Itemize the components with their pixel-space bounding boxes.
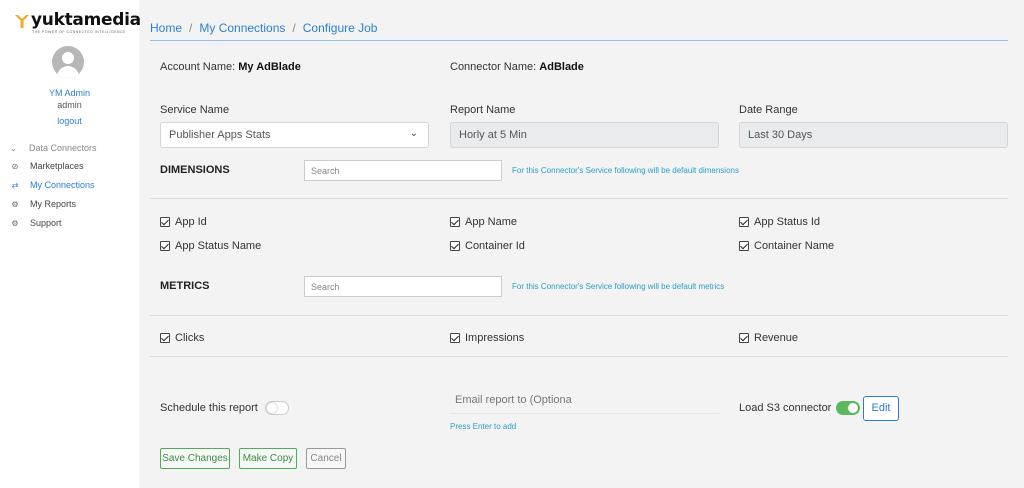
nav-group-data-connectors[interactable]: ⌄ Data Connectors: [10, 143, 97, 153]
main-content: Home / My Connections / Configure Job Ac…: [140, 0, 1024, 488]
dimensions-search-input[interactable]: Search: [304, 160, 502, 181]
metrics-hint: For this Connector's Service following w…: [512, 282, 725, 291]
account-name-value: My AdBlade: [238, 61, 301, 73]
email-hint: Press Enter to add: [450, 422, 517, 431]
service-name-select[interactable]: Publisher Apps Stats ⌄: [160, 122, 429, 148]
edit-button[interactable]: Edit: [863, 396, 899, 421]
dimension-checkbox-app-id[interactable]: App Id: [160, 216, 207, 228]
report-name-field: Horly at 5 Min: [450, 122, 719, 148]
load-s3-toggle[interactable]: [836, 401, 860, 415]
nav-group-label: Data Connectors: [29, 143, 97, 153]
checkbox-label: Container Name: [754, 240, 835, 252]
checkbox-label: App Id: [175, 216, 207, 228]
checkbox-label: Clicks: [175, 332, 205, 344]
connector-name: Connector Name: AdBlade: [450, 61, 584, 73]
metrics-search-input[interactable]: Search: [304, 276, 502, 297]
sidebar-item-my-reports[interactable]: ⚙ My Reports: [10, 199, 76, 209]
breadcrumb-separator: /: [292, 21, 296, 35]
sidebar-item-label: My Reports: [30, 199, 77, 209]
sidebar-item-label: My Connections: [30, 180, 95, 190]
sidebar-item-support[interactable]: ⚙ Support: [10, 218, 62, 228]
save-changes-button[interactable]: Save Changes: [160, 448, 230, 469]
email-report-input[interactable]: Email report to (Optiona: [450, 388, 719, 414]
dimensions-title: DIMENSIONS: [160, 164, 230, 176]
checkbox-checked-icon: [450, 217, 460, 227]
divider: [150, 315, 1008, 316]
gear-icon: ⚙: [11, 199, 19, 209]
breadcrumb-home[interactable]: Home: [150, 21, 182, 35]
date-range-field: Last 30 Days: [739, 122, 1008, 148]
checkbox-label: Impressions: [465, 332, 525, 344]
checkbox-checked-icon: [739, 217, 749, 227]
sidebar: yuktamedia THE POWER OF CONNECTED INTELL…: [0, 0, 141, 488]
gear-icon: ⚙: [11, 218, 19, 228]
checkbox-label: Container Id: [465, 240, 525, 252]
connections-icon: ⇄: [11, 180, 19, 190]
dimension-checkbox-app-status-name[interactable]: App Status Name: [160, 240, 261, 252]
checkbox-checked-icon: [450, 241, 460, 251]
account-name: Account Name: My AdBlade: [160, 61, 301, 73]
date-range-label: Date Range: [739, 104, 798, 116]
schedule-report-label: Schedule this report: [160, 402, 258, 414]
service-name-label: Service Name: [160, 104, 230, 116]
checkbox-checked-icon: [739, 241, 749, 251]
checkbox-label: App Name: [465, 216, 517, 228]
logo-tagline: THE POWER OF CONNECTED INTELLIGENCE: [32, 30, 126, 34]
dimension-checkbox-container-name[interactable]: Container Name: [739, 240, 834, 252]
chevron-down-icon: ⌄: [409, 128, 418, 139]
checkbox-checked-icon: [160, 333, 170, 343]
logo-mark-icon: [15, 15, 29, 28]
service-name-value: Publisher Apps Stats: [169, 129, 271, 141]
sidebar-item-label: Marketplaces: [30, 161, 84, 171]
make-copy-button[interactable]: Make Copy: [239, 448, 297, 469]
checkbox-checked-icon: [160, 241, 170, 251]
logo-wordmark: yuktamedia: [31, 10, 141, 30]
checkbox-checked-icon: [739, 333, 749, 343]
connector-name-value: AdBlade: [539, 61, 584, 73]
connector-name-label: Connector Name:: [450, 61, 537, 73]
checkbox-checked-icon: [160, 217, 170, 227]
dimensions-hint: For this Connector's Service following w…: [512, 166, 739, 175]
breadcrumb: Home / My Connections / Configure Job: [150, 21, 377, 35]
avatar: [52, 46, 84, 78]
checkbox-label: App Status Name: [175, 240, 262, 252]
divider: [150, 356, 1008, 357]
chevron-down-icon: ⌄: [10, 143, 17, 153]
breadcrumb-my-connections[interactable]: My Connections: [199, 21, 285, 35]
account-name-label: Account Name:: [160, 61, 236, 73]
sidebar-item-marketplaces[interactable]: ⊘ Marketplaces: [10, 161, 84, 171]
metric-checkbox-revenue[interactable]: Revenue: [739, 332, 798, 344]
user-name: YM Admin: [48, 88, 90, 98]
metric-checkbox-impressions[interactable]: Impressions: [450, 332, 524, 344]
divider: [150, 198, 1008, 199]
breadcrumb-divider: [150, 40, 1008, 41]
metrics-title: METRICS: [160, 280, 210, 292]
user-role: admin: [57, 100, 82, 110]
dimension-checkbox-container-id[interactable]: Container Id: [450, 240, 525, 252]
breadcrumb-configure-job[interactable]: Configure Job: [303, 21, 378, 35]
sidebar-item-my-connections[interactable]: ⇄ My Connections: [10, 180, 95, 190]
schedule-report-toggle[interactable]: [265, 401, 289, 415]
sidebar-item-label: Support: [30, 218, 62, 228]
dimension-checkbox-app-name[interactable]: App Name: [450, 216, 517, 228]
dimension-checkbox-app-status-id[interactable]: App Status Id: [739, 216, 820, 228]
breadcrumb-separator: /: [189, 21, 193, 35]
yuktamedia-logo[interactable]: yuktamedia THE POWER OF CONNECTED INTELL…: [14, 10, 141, 35]
checkbox-checked-icon: [450, 333, 460, 343]
logout-link[interactable]: logout: [0, 116, 139, 126]
compass-icon: ⊘: [11, 161, 19, 171]
checkbox-label: App Status Id: [754, 216, 821, 228]
checkbox-label: Revenue: [754, 332, 799, 344]
report-name-label: Report Name: [450, 104, 516, 116]
metric-checkbox-clicks[interactable]: Clicks: [160, 332, 204, 344]
load-s3-label: Load S3 connector: [739, 402, 832, 414]
cancel-button[interactable]: Cancel: [306, 448, 346, 469]
